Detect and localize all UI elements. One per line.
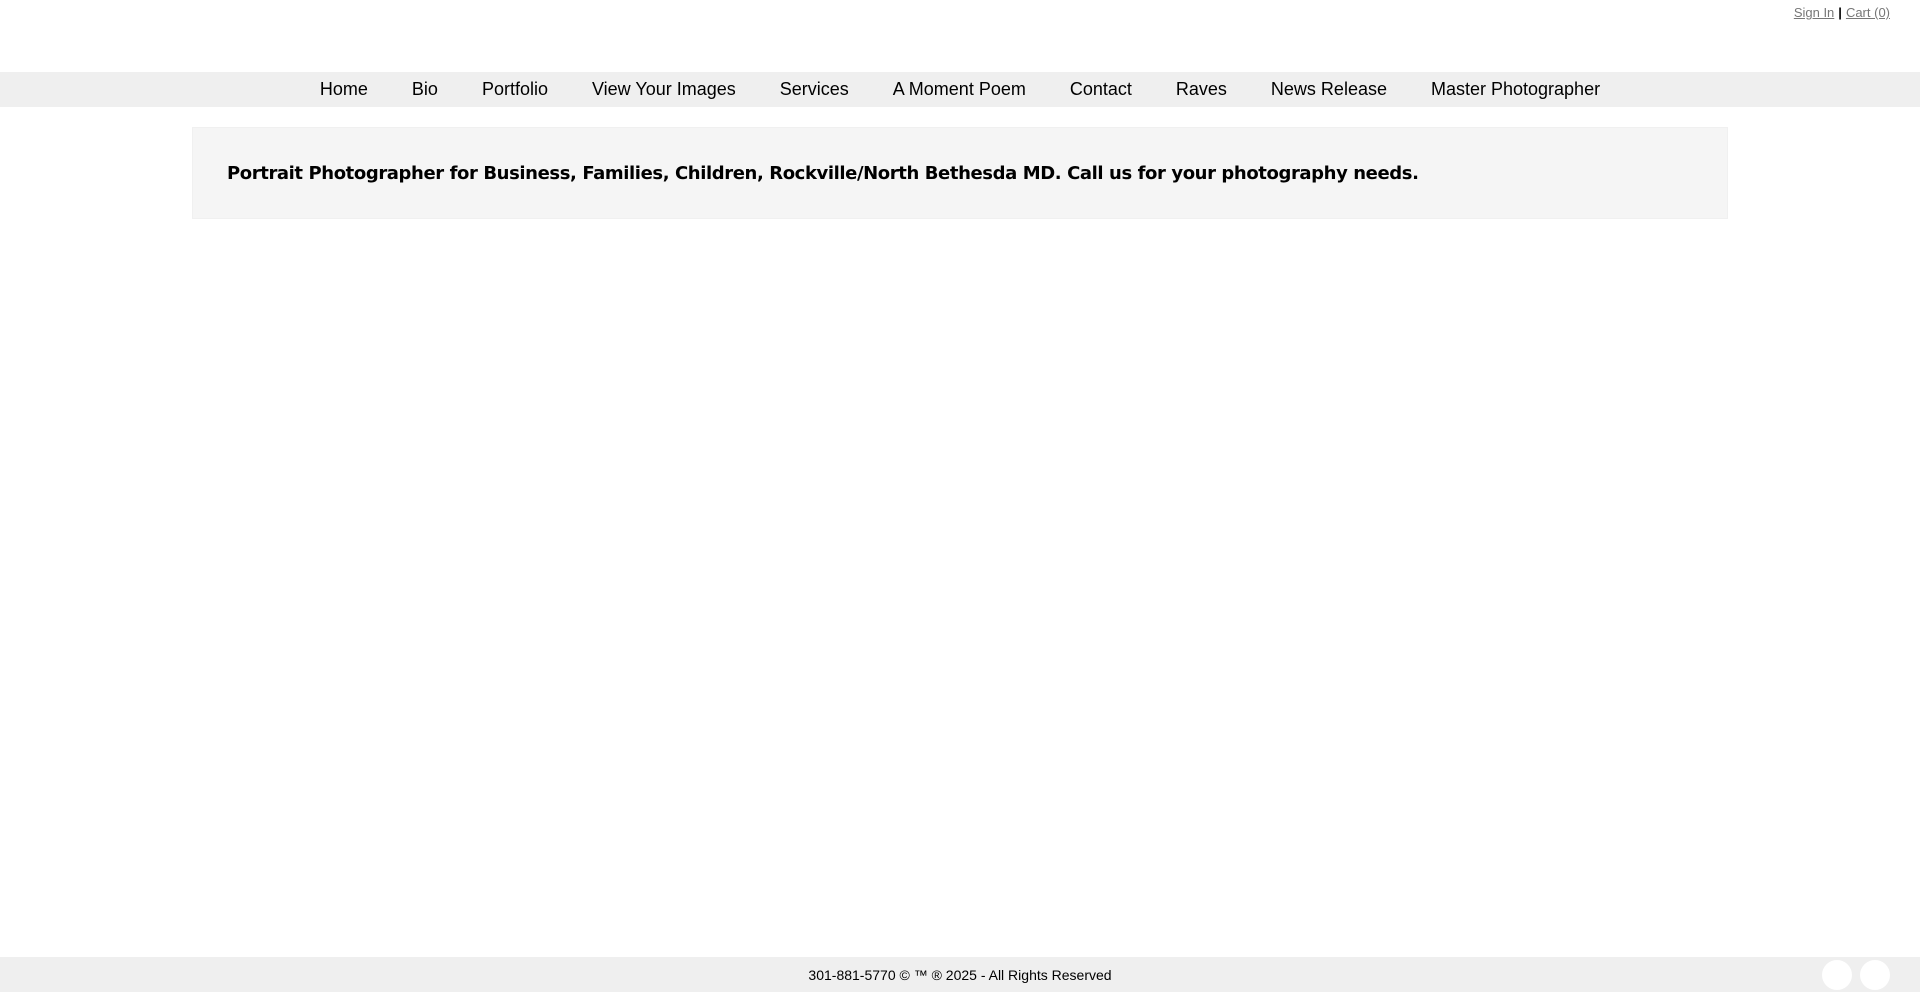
- nav-a-moment-poem[interactable]: A Moment Poem: [871, 79, 1048, 100]
- cart-link[interactable]: Cart (0): [1846, 5, 1890, 20]
- footer: 301-881-5770 © ™ ® 2025 - All Rights Res…: [0, 957, 1920, 992]
- nav-news-release[interactable]: News Release: [1249, 79, 1409, 100]
- nav-portfolio[interactable]: Portfolio: [460, 79, 570, 100]
- social-icon[interactable]: [1860, 960, 1890, 990]
- footer-text: 301-881-5770 © ™ ® 2025 - All Rights Res…: [808, 966, 1112, 983]
- social-icon[interactable]: [1822, 960, 1852, 990]
- account-links: Sign In | Cart (0): [1794, 5, 1890, 20]
- page-tagline: Portrait Photographer for Business, Fami…: [227, 162, 1419, 184]
- main-nav: Home Bio Portfolio View Your Images Serv…: [0, 72, 1920, 107]
- separator: |: [1838, 5, 1842, 20]
- nav-contact[interactable]: Contact: [1048, 79, 1154, 100]
- nav-raves[interactable]: Raves: [1154, 79, 1249, 100]
- page: Sign In | Cart (0) Home Bio Portfolio Vi…: [0, 0, 1920, 993]
- nav-services[interactable]: Services: [758, 79, 871, 100]
- footer-social-icons: [1822, 960, 1890, 990]
- nav-master-photographer[interactable]: Master Photographer: [1409, 79, 1622, 100]
- nav-home[interactable]: Home: [298, 79, 390, 100]
- nav-view-your-images[interactable]: View Your Images: [570, 79, 758, 100]
- tagline-banner: Portrait Photographer for Business, Fami…: [192, 127, 1728, 219]
- sign-in-link[interactable]: Sign In: [1794, 5, 1834, 20]
- nav-bio[interactable]: Bio: [390, 79, 460, 100]
